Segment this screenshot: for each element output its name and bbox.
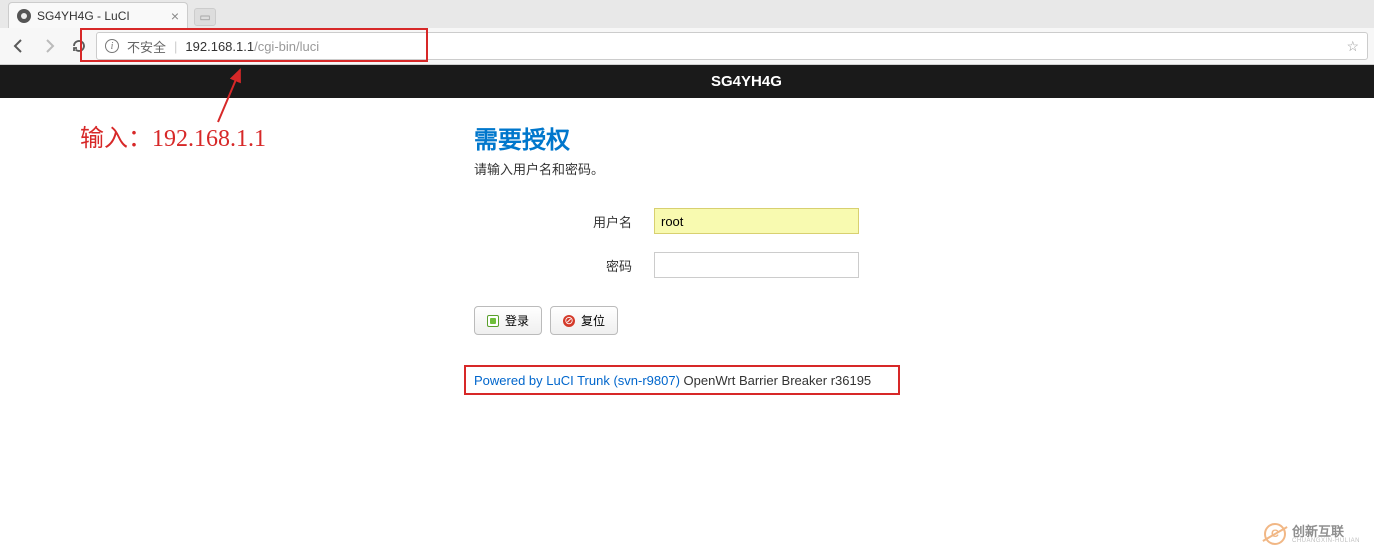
reset-button[interactable]: 复位 <box>550 306 618 335</box>
page-title: 需要授权 <box>474 120 1374 155</box>
page-header: SG4YH4G <box>0 65 1374 98</box>
nav-forward-button[interactable] <box>36 33 62 59</box>
url-security-label: 不安全 <box>127 37 166 56</box>
username-input[interactable] <box>654 208 859 234</box>
login-label: 登录 <box>505 312 529 329</box>
browser-tab-bar: SG4YH4G - LuCI × ▭ <box>0 0 1374 28</box>
footer-text: OpenWrt Barrier Breaker r36195 <box>680 373 871 388</box>
new-tab-button[interactable]: ▭ <box>194 8 216 26</box>
page-body: 需要授权 请输入用户名和密码。 用户名 密码 登录 复位 Powered by … <box>0 98 1374 388</box>
browser-chrome: SG4YH4G - LuCI × ▭ i 不安全 | 192.168.1.1/c… <box>0 0 1374 65</box>
login-icon <box>487 315 499 327</box>
login-button[interactable]: 登录 <box>474 306 542 335</box>
page-subtitle: 请输入用户名和密码。 <box>474 159 1374 178</box>
browser-nav-bar: i 不安全 | 192.168.1.1/cgi-bin/luci ☆ <box>0 28 1374 64</box>
reload-icon <box>71 38 87 54</box>
form-row-username: 用户名 <box>474 208 1374 234</box>
tab-title: SG4YH4G - LuCI <box>37 9 130 23</box>
url-input[interactable]: 192.168.1.1/cgi-bin/luci <box>185 39 1338 54</box>
arrow-right-icon <box>41 38 57 54</box>
tab-close-icon[interactable]: × <box>171 8 179 24</box>
watermark: C 创新互联 CHUANGXIN-HULIAN <box>1264 523 1360 545</box>
form-row-password: 密码 <box>474 252 1374 278</box>
info-icon[interactable]: i <box>105 39 119 53</box>
reset-label: 复位 <box>581 312 605 329</box>
button-row: 登录 复位 <box>474 306 1374 335</box>
footer: Powered by LuCI Trunk (svn-r9807) OpenWr… <box>474 373 1374 388</box>
watermark-text: 创新互联 CHUANGXIN-HULIAN <box>1292 525 1360 544</box>
watermark-logo-icon: C <box>1264 523 1286 545</box>
password-input[interactable] <box>654 252 859 278</box>
browser-tab[interactable]: SG4YH4G - LuCI × <box>8 2 188 28</box>
url-divider: | <box>174 39 177 54</box>
page-header-title: SG4YH4G <box>237 73 1137 90</box>
password-label: 密码 <box>474 256 654 275</box>
bookmark-star-icon[interactable]: ☆ <box>1346 38 1359 55</box>
nav-back-button[interactable] <box>6 33 32 59</box>
arrow-left-icon <box>11 38 27 54</box>
reset-icon <box>563 315 575 327</box>
url-bar[interactable]: i 不安全 | 192.168.1.1/cgi-bin/luci ☆ <box>96 32 1368 60</box>
nav-reload-button[interactable] <box>66 33 92 59</box>
footer-link[interactable]: Powered by LuCI Trunk (svn-r9807) <box>474 373 680 388</box>
username-label: 用户名 <box>474 212 654 231</box>
tab-favicon-icon <box>17 9 31 23</box>
